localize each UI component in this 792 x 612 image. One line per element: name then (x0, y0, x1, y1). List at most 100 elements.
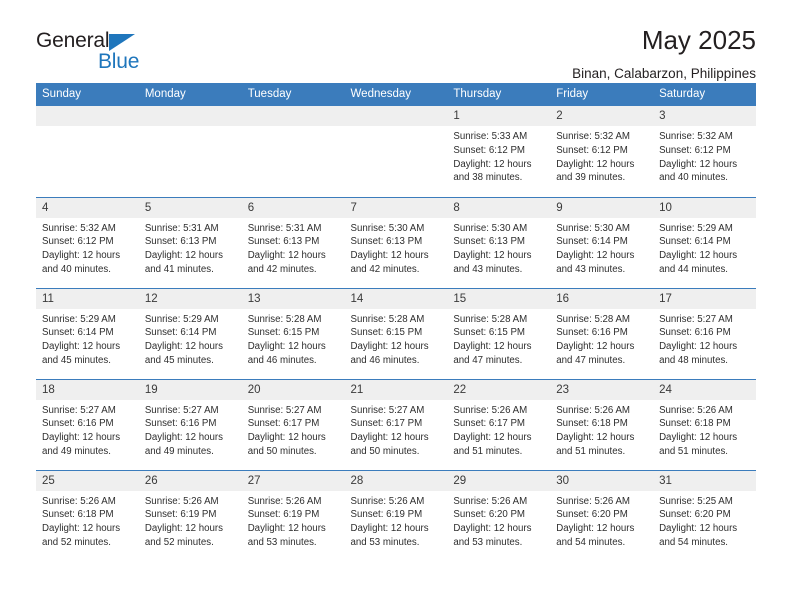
calendar-day-cell[interactable]: 22 Sunrise: 5:26 AM Sunset: 6:17 PM Dayligh… (447, 378, 551, 470)
calendar-day-cell[interactable]: 7 Sunrise: 5:30 AM Sunset: 6:13 PM Daylight… (344, 196, 448, 288)
sunrise-text: Sunrise: 5:26 AM (453, 495, 528, 507)
calendar-day-cell[interactable]: 1 Sunrise: 5:33 AM Sunset: 6:12 PM Daylight… (447, 106, 551, 197)
daylight-text: and 41 minutes. (144, 263, 214, 275)
calendar-day-cell[interactable]: 21 Sunrise: 5:27 AM Sunset: 6:17 PM Dayligh… (344, 378, 448, 470)
sunset-text: Sunset: 6:16 PM (659, 327, 731, 339)
sunrise-text: Sunrise: 5:28 AM (247, 313, 322, 325)
sunset-text: Sunset: 6:15 PM (453, 327, 525, 339)
daylight-text: and 40 minutes. (42, 263, 111, 275)
daylight-text: and 43 minutes. (556, 263, 626, 275)
daylight-text: and 54 minutes. (556, 536, 626, 548)
calendar-day-cell[interactable]: 26 Sunrise: 5:26 AM Sunset: 6:19 PM Dayligh… (138, 469, 242, 561)
weekday-header-monday: Monday (138, 83, 242, 106)
calendar-cell-empty (241, 106, 345, 197)
day-number: 6 (241, 197, 345, 218)
daylight-text: and 43 minutes. (453, 263, 523, 275)
sunset-text: Sunset: 6:15 PM (247, 327, 320, 339)
daylight-text: Daylight: 12 hours (556, 523, 635, 535)
calendar-day-cell[interactable]: 19 Sunrise: 5:27 AM Sunset: 6:16 PM Dayligh… (138, 378, 242, 470)
daylight-text: Daylight: 12 hours (556, 250, 635, 262)
calendar-day-cell[interactable]: 8 Sunrise: 5:30 AM Sunset: 6:13 PM Daylight… (447, 196, 551, 288)
weekday-header-saturday: Saturday (653, 83, 756, 106)
calendar-day-cell[interactable]: 16 Sunrise: 5:28 AM Sunset: 6:16 PM Dayligh… (550, 287, 654, 379)
daylight-text: and 50 minutes. (350, 445, 420, 457)
day-number: 31 (653, 470, 756, 491)
calendar-day-cell[interactable]: 11 Sunrise: 5:29 AM Sunset: 6:14 PM Dayligh… (36, 287, 139, 379)
day-number: 25 (36, 470, 139, 491)
sunrise-text: Sunrise: 5:26 AM (659, 404, 733, 416)
sunset-text: Sunset: 6:14 PM (42, 327, 114, 339)
sunset-text: Sunset: 6:20 PM (453, 509, 525, 521)
daylight-text: and 45 minutes. (42, 354, 111, 366)
calendar-day-cell[interactable]: 31 Sunrise: 5:25 AM Sunset: 6:20 PM Dayligh… (653, 469, 756, 561)
sunset-text: Sunset: 6:18 PM (556, 418, 628, 430)
day-sun-info: Sunrise: 5:27 AM Sunset: 6:17 PM Daylight:… (242, 400, 345, 459)
calendar-day-cell[interactable]: 2 Sunrise: 5:32 AM Sunset: 6:12 PM Daylight… (550, 106, 654, 197)
daylight-text: and 47 minutes. (453, 354, 523, 366)
sunrise-text: Sunrise: 5:29 AM (42, 313, 116, 325)
calendar-day-cell[interactable]: 20 Sunrise: 5:27 AM Sunset: 6:17 PM Dayligh… (241, 378, 345, 470)
daylight-text: Daylight: 12 hours (659, 432, 738, 444)
day-number: 17 (653, 288, 756, 309)
daylight-text: Daylight: 12 hours (453, 158, 532, 170)
calendar-day-cell[interactable]: 17 Sunrise: 5:27 AM Sunset: 6:16 PM Dayligh… (653, 287, 756, 379)
calendar-day-cell[interactable]: 29 Sunrise: 5:26 AM Sunset: 6:20 PM Dayligh… (447, 469, 551, 561)
calendar-day-cell[interactable]: 14 Sunrise: 5:28 AM Sunset: 6:15 PM Dayligh… (344, 287, 448, 379)
day-sun-info: Sunrise: 5:27 AM Sunset: 6:16 PM Daylight:… (139, 400, 242, 459)
logo-triangle-icon (109, 34, 135, 51)
sunset-text: Sunset: 6:19 PM (144, 509, 217, 521)
daylight-text: Daylight: 12 hours (556, 432, 635, 444)
sunrise-text: Sunrise: 5:33 AM (453, 131, 528, 142)
day-sun-info: Sunrise: 5:26 AM Sunset: 6:19 PM Daylight:… (345, 491, 448, 550)
calendar-day-cell[interactable]: 12 Sunrise: 5:29 AM Sunset: 6:14 PM Dayligh… (138, 287, 242, 379)
day-number (241, 106, 345, 126)
day-number: 7 (344, 197, 448, 218)
sunset-text: Sunset: 6:14 PM (556, 236, 628, 248)
daylight-text: Daylight: 12 hours (659, 341, 738, 353)
calendar-day-cell[interactable]: 5 Sunrise: 5:31 AM Sunset: 6:13 PM Daylight… (138, 196, 242, 288)
sunrise-text: Sunrise: 5:31 AM (144, 222, 219, 234)
day-number: 2 (550, 106, 654, 126)
sunset-text: Sunset: 6:13 PM (247, 236, 320, 248)
day-sun-info: Sunrise: 5:28 AM Sunset: 6:16 PM Daylight:… (550, 309, 653, 368)
calendar-day-cell[interactable]: 9 Sunrise: 5:30 AM Sunset: 6:14 PM Daylight… (550, 196, 654, 288)
day-sun-info: Sunrise: 5:26 AM Sunset: 6:18 PM Daylight:… (36, 491, 139, 550)
day-number: 22 (447, 379, 551, 400)
sunset-text: Sunset: 6:12 PM (453, 144, 525, 156)
daylight-text: and 51 minutes. (453, 445, 523, 457)
sunrise-text: Sunrise: 5:25 AM (659, 495, 733, 507)
sunset-text: Sunset: 6:15 PM (350, 327, 423, 339)
calendar-day-cell[interactable]: 28 Sunrise: 5:26 AM Sunset: 6:19 PM Dayligh… (344, 469, 448, 561)
calendar-day-cell[interactable]: 24 Sunrise: 5:26 AM Sunset: 6:18 PM Dayligh… (653, 378, 756, 470)
sunrise-text: Sunrise: 5:27 AM (350, 404, 425, 416)
daylight-text: Daylight: 12 hours (556, 341, 635, 353)
calendar-day-cell[interactable]: 13 Sunrise: 5:28 AM Sunset: 6:15 PM Dayligh… (241, 287, 345, 379)
sunrise-text: Sunrise: 5:26 AM (556, 404, 630, 416)
calendar-day-cell[interactable]: 25 Sunrise: 5:26 AM Sunset: 6:18 PM Dayligh… (36, 469, 139, 561)
sunrise-text: Sunrise: 5:27 AM (144, 404, 219, 416)
daylight-text: Daylight: 12 hours (42, 341, 121, 353)
day-number: 18 (36, 379, 139, 400)
calendar-cell-empty (344, 106, 448, 197)
calendar-day-cell[interactable]: 30 Sunrise: 5:26 AM Sunset: 6:20 PM Dayligh… (550, 469, 654, 561)
calendar-header-row: Sunday Monday Tuesday Wednesday Thursday Frid… (36, 83, 756, 106)
calendar-day-cell[interactable]: 4 Sunrise: 5:32 AM Sunset: 6:12 PM Daylight… (36, 196, 139, 288)
calendar-day-cell[interactable]: 3 Sunrise: 5:32 AM Sunset: 6:12 PM Daylight… (653, 106, 756, 197)
day-sun-info: Sunrise: 5:29 AM Sunset: 6:14 PM Daylight:… (36, 309, 139, 368)
day-number: 23 (550, 379, 654, 400)
calendar-day-cell[interactable]: 18 Sunrise: 5:27 AM Sunset: 6:16 PM Dayligh… (36, 378, 139, 470)
day-sun-info: Sunrise: 5:31 AM Sunset: 6:13 PM Daylight:… (139, 218, 242, 277)
sunrise-text: Sunrise: 5:27 AM (659, 313, 733, 325)
daylight-text: Daylight: 12 hours (453, 341, 532, 353)
weekday-header-wednesday: Wednesday (344, 83, 448, 106)
calendar-day-cell[interactable]: 27 Sunrise: 5:26 AM Sunset: 6:19 PM Dayligh… (241, 469, 345, 561)
sunset-text: Sunset: 6:12 PM (659, 144, 731, 156)
sunrise-text: Sunrise: 5:32 AM (556, 131, 630, 142)
calendar-day-cell[interactable]: 23 Sunrise: 5:26 AM Sunset: 6:18 PM Dayligh… (550, 378, 654, 470)
calendar-day-cell[interactable]: 15 Sunrise: 5:28 AM Sunset: 6:15 PM Dayligh… (447, 287, 551, 379)
calendar-day-cell[interactable]: 10 Sunrise: 5:29 AM Sunset: 6:14 PM Dayligh… (653, 196, 756, 288)
day-number: 16 (550, 288, 654, 309)
calendar-cell-empty (138, 106, 242, 197)
general-blue-logo[interactable]: General Blue (36, 26, 156, 76)
calendar-day-cell[interactable]: 6 Sunrise: 5:31 AM Sunset: 6:13 PM Daylight… (241, 196, 345, 288)
